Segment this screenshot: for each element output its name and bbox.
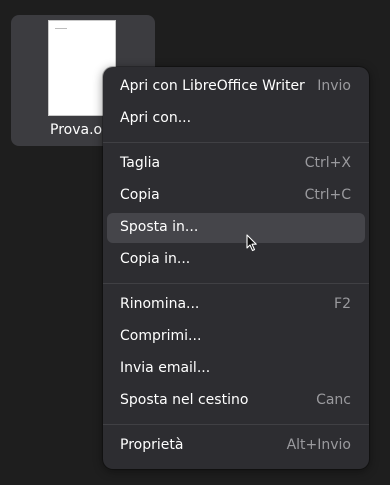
- menu-item-label: Taglia: [120, 155, 161, 171]
- menu-item-move-to[interactable]: Sposta in...: [107, 213, 365, 243]
- menu-separator: [103, 283, 369, 284]
- desktop: Prova.o Apri con LibreOffice Writer Invi…: [0, 0, 390, 485]
- menu-item-label: Sposta nel cestino: [120, 392, 249, 408]
- menu-item-rename[interactable]: Rinomina... F2: [107, 290, 365, 320]
- menu-item-open-with-writer[interactable]: Apri con LibreOffice Writer Invio: [107, 72, 365, 102]
- menu-item-label: Sposta in...: [120, 219, 199, 235]
- menu-item-shortcut: Ctrl+C: [304, 187, 351, 203]
- menu-item-open-with[interactable]: Apri con...: [107, 104, 365, 134]
- menu-item-send-email[interactable]: Invia email...: [107, 354, 365, 384]
- menu-item-label: Invia email...: [120, 360, 211, 376]
- menu-item-move-to-trash[interactable]: Sposta nel cestino Canc: [107, 386, 365, 416]
- menu-item-label: Copia in...: [120, 251, 191, 267]
- context-menu: Apri con LibreOffice Writer Invio Apri c…: [103, 67, 369, 469]
- menu-item-label: Apri con...: [120, 110, 192, 126]
- menu-item-label: Rinomina...: [120, 296, 200, 312]
- menu-item-compress[interactable]: Comprimi...: [107, 322, 365, 352]
- menu-item-shortcut: Invio: [317, 78, 351, 94]
- menu-item-label: Copia: [120, 187, 160, 203]
- menu-item-shortcut: Canc: [316, 392, 351, 408]
- menu-item-cut[interactable]: Taglia Ctrl+X: [107, 149, 365, 179]
- menu-item-copy[interactable]: Copia Ctrl+C: [107, 181, 365, 211]
- file-name-label: Prova.o: [50, 122, 103, 138]
- menu-item-label: Apri con LibreOffice Writer: [120, 78, 305, 94]
- menu-item-shortcut: F2: [334, 296, 351, 312]
- menu-item-label: Comprimi...: [120, 328, 202, 344]
- thumbnail-text-line: [55, 28, 67, 29]
- menu-item-copy-to[interactable]: Copia in...: [107, 245, 365, 275]
- menu-item-shortcut: Ctrl+X: [304, 155, 351, 171]
- mouse-pointer-icon: [246, 234, 257, 252]
- menu-separator: [103, 142, 369, 143]
- menu-item-shortcut: Alt+Invio: [286, 437, 351, 453]
- menu-separator: [103, 424, 369, 425]
- menu-item-properties[interactable]: Proprietà Alt+Invio: [107, 431, 365, 461]
- menu-item-label: Proprietà: [120, 437, 184, 453]
